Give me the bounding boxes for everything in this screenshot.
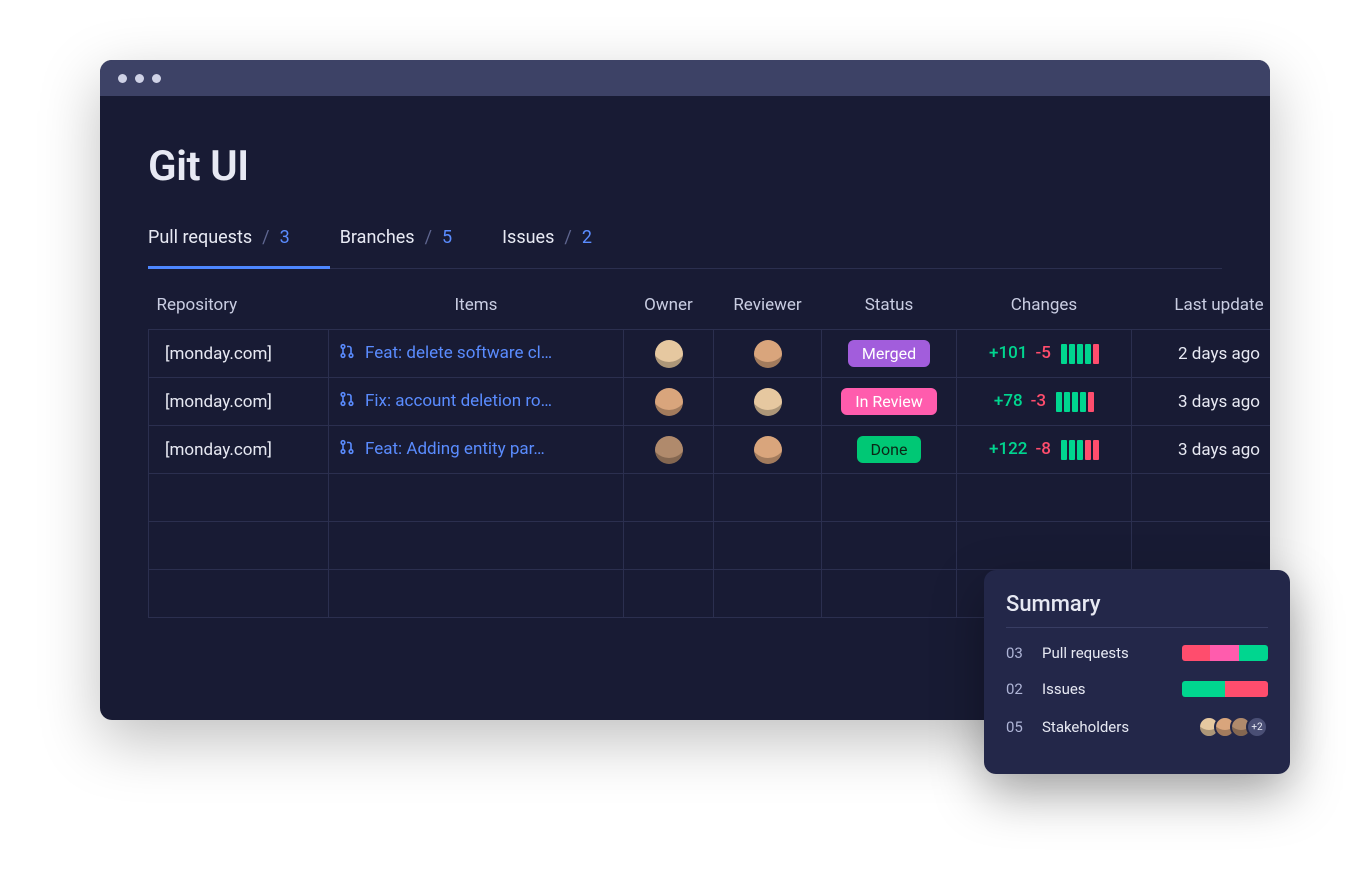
- table-row[interactable]: [monday.com] Fix: account deletion ro… In …: [149, 378, 1271, 426]
- summary-bar: [1182, 645, 1268, 661]
- cell-owner: [624, 330, 714, 378]
- tab-count: 3: [280, 227, 290, 248]
- item-title: Feat: Adding entity par…: [365, 439, 545, 459]
- summary-count: 02: [1006, 680, 1032, 698]
- item-title: Fix: account deletion ro…: [365, 391, 552, 411]
- deletions: -3: [1031, 391, 1046, 411]
- table-row-empty: [149, 522, 1271, 570]
- status-badge: In Review: [841, 388, 937, 415]
- column-header-changes: Changes: [957, 295, 1132, 330]
- diff-bars: [1061, 344, 1099, 364]
- cell-owner: [624, 426, 714, 474]
- table-row-empty: [149, 474, 1271, 522]
- tab-count: 5: [442, 227, 452, 248]
- summary-label: Stakeholders: [1042, 718, 1194, 736]
- summary-card: Summary 03 Pull requests 02 Issues 05 Stake…: [984, 570, 1290, 774]
- cell-status: Merged: [822, 330, 957, 378]
- column-header-repository: Repository: [149, 295, 329, 330]
- cell-updated: 2 days ago: [1132, 330, 1271, 378]
- tab-count: 2: [582, 227, 592, 248]
- avatar[interactable]: [754, 388, 782, 416]
- additions: +78: [994, 391, 1023, 411]
- column-header-owner: Owner: [624, 295, 714, 330]
- cell-item[interactable]: Fix: account deletion ro…: [329, 378, 624, 426]
- cell-item[interactable]: Feat: Adding entity par…: [329, 426, 624, 474]
- window-control[interactable]: [118, 74, 127, 83]
- summary-count: 05: [1006, 718, 1032, 736]
- cell-updated: 3 days ago: [1132, 426, 1271, 474]
- diff-bars: [1061, 440, 1099, 460]
- cell-reviewer: [714, 426, 822, 474]
- cell-repository: [monday.com]: [149, 378, 329, 426]
- pull-request-icon: [339, 343, 355, 364]
- window-titlebar: [100, 60, 1270, 96]
- additions: +101: [989, 343, 1027, 363]
- stakeholder-avatars: +2: [1204, 716, 1268, 738]
- deletions: -8: [1035, 439, 1050, 459]
- pull-request-icon: [339, 439, 355, 460]
- summary-label: Pull requests: [1042, 644, 1172, 662]
- cell-status: Done: [822, 426, 957, 474]
- cell-repository: [monday.com]: [149, 426, 329, 474]
- column-header-last_update: Last update: [1132, 295, 1271, 330]
- summary-bar: [1182, 681, 1268, 697]
- tab-label: Branches: [340, 227, 415, 248]
- tab-issues[interactable]: Issues/2: [502, 227, 592, 268]
- summary-label: Issues: [1042, 680, 1172, 698]
- tab-label: Issues: [502, 227, 554, 248]
- avatar[interactable]: [754, 340, 782, 368]
- column-header-status: Status: [822, 295, 957, 330]
- avatar[interactable]: [655, 436, 683, 464]
- window-control[interactable]: [152, 74, 161, 83]
- cell-changes: +101 -5: [957, 330, 1132, 378]
- cell-status: In Review: [822, 378, 957, 426]
- diff-bars: [1056, 392, 1094, 412]
- item-title: Feat: delete software cl…: [365, 343, 552, 363]
- tab-pull-requests[interactable]: Pull requests/3: [148, 227, 290, 268]
- cell-updated: 3 days ago: [1132, 378, 1271, 426]
- tab-label: Pull requests: [148, 227, 252, 248]
- cell-repository: [monday.com]: [149, 330, 329, 378]
- status-badge: Done: [857, 436, 922, 463]
- column-header-reviewer: Reviewer: [714, 295, 822, 330]
- deletions: -5: [1035, 343, 1050, 363]
- avatar[interactable]: [655, 340, 683, 368]
- cell-changes: +122 -8: [957, 426, 1132, 474]
- summary-row: 03 Pull requests: [1006, 644, 1268, 662]
- avatar-overflow[interactable]: +2: [1246, 716, 1268, 738]
- summary-stakeholders-row: 05 Stakeholders +2: [1006, 716, 1268, 738]
- summary-count: 03: [1006, 644, 1032, 662]
- cell-reviewer: [714, 378, 822, 426]
- cell-reviewer: [714, 330, 822, 378]
- cell-item[interactable]: Feat: delete software cl…: [329, 330, 624, 378]
- additions: +122: [989, 439, 1027, 459]
- table-row[interactable]: [monday.com] Feat: delete software cl… Mer…: [149, 330, 1271, 378]
- tab-branches[interactable]: Branches/5: [340, 227, 452, 268]
- status-badge: Merged: [848, 340, 930, 367]
- pull-request-icon: [339, 391, 355, 412]
- column-header-items: Items: [329, 295, 624, 330]
- window-control[interactable]: [135, 74, 144, 83]
- summary-row: 02 Issues: [1006, 680, 1268, 698]
- page-title: Git UI: [148, 142, 1222, 191]
- avatar[interactable]: [754, 436, 782, 464]
- avatar[interactable]: [655, 388, 683, 416]
- cell-owner: [624, 378, 714, 426]
- tab-bar: Pull requests/3 Branches/5 Issues/2: [148, 227, 1222, 269]
- table-row[interactable]: [monday.com] Feat: Adding entity par… Done…: [149, 426, 1271, 474]
- summary-title: Summary: [1006, 592, 1268, 617]
- cell-changes: +78 -3: [957, 378, 1132, 426]
